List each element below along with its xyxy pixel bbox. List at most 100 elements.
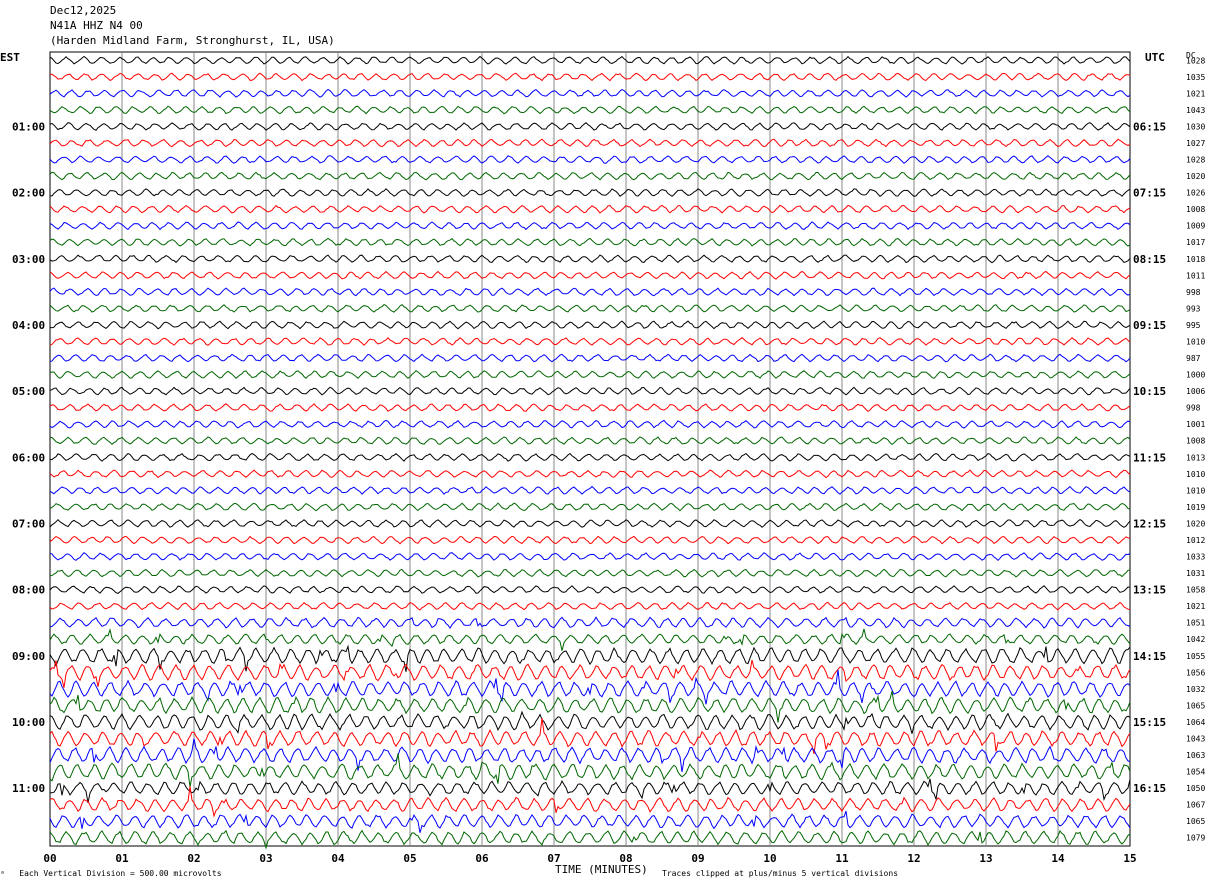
dc-offset-value: 1000 bbox=[1186, 371, 1205, 380]
seismic-trace bbox=[49, 502, 1131, 512]
x-axis-title: TIME (MINUTES) bbox=[555, 863, 648, 876]
utc-hour-label: 10:15 bbox=[1133, 385, 1166, 398]
dc-offset-value: 1050 bbox=[1186, 784, 1205, 793]
dc-offset-value: 1013 bbox=[1186, 453, 1205, 462]
est-hour-label: 02:00 bbox=[12, 187, 45, 200]
seismic-trace bbox=[49, 627, 1131, 651]
dc-offset-value: 1001 bbox=[1186, 420, 1205, 429]
seismic-trace bbox=[49, 829, 1131, 850]
dc-offset-value: 1021 bbox=[1186, 602, 1205, 611]
seismic-trace bbox=[49, 585, 1131, 594]
dc-offset-value: 1064 bbox=[1186, 718, 1205, 727]
est-hour-label: 06:00 bbox=[12, 451, 45, 464]
x-tick-label: 02 bbox=[187, 852, 200, 865]
dc-offset-value: 1042 bbox=[1186, 635, 1205, 644]
seismic-trace bbox=[49, 753, 1131, 787]
seismic-trace bbox=[49, 221, 1131, 231]
est-hour-label: 10:00 bbox=[12, 716, 45, 729]
seismic-trace bbox=[49, 568, 1131, 578]
est-hour-label: 11:00 bbox=[12, 782, 45, 795]
seismic-trace bbox=[49, 122, 1131, 131]
seismic-trace bbox=[49, 601, 1131, 611]
seismic-trace bbox=[49, 254, 1131, 264]
seismic-trace bbox=[49, 403, 1131, 413]
dc-offset-value: 1028 bbox=[1186, 156, 1205, 165]
utc-hour-label: 15:15 bbox=[1133, 716, 1166, 729]
seismic-trace bbox=[49, 287, 1131, 297]
dc-offset-value: 987 bbox=[1186, 354, 1201, 363]
scale-note-text: Each Vertical Division = 500.00 microvol… bbox=[19, 869, 222, 878]
seismic-trace bbox=[49, 337, 1131, 346]
scale-note: ᵃ Each Vertical Division = 500.00 microv… bbox=[0, 869, 222, 878]
dc-offset-value: 1020 bbox=[1186, 172, 1205, 181]
dc-offset-value: 1058 bbox=[1186, 586, 1205, 595]
seismic-trace bbox=[49, 810, 1131, 833]
clip-note: Traces clipped at plus/minus 5 vertical … bbox=[662, 869, 899, 878]
dc-offset-value: 1027 bbox=[1186, 139, 1205, 148]
seismic-trace bbox=[49, 535, 1131, 545]
utc-hour-label: 16:15 bbox=[1133, 782, 1166, 795]
dc-offset-value: 998 bbox=[1186, 288, 1201, 297]
x-tick-label: 09 bbox=[691, 852, 704, 865]
x-tick-label: 03 bbox=[259, 852, 272, 865]
dc-offset-value: 1055 bbox=[1186, 652, 1205, 661]
dc-offset-value: 998 bbox=[1186, 404, 1201, 413]
dc-offset-value: 1043 bbox=[1186, 106, 1205, 115]
dc-offset-value: 1010 bbox=[1186, 338, 1205, 347]
x-tick-label: 15 bbox=[1123, 852, 1136, 865]
seismic-trace bbox=[49, 669, 1131, 705]
dc-offset-value: 1056 bbox=[1186, 668, 1205, 677]
dc-offset-value: 1009 bbox=[1186, 222, 1205, 231]
x-tick-label: 11 bbox=[835, 852, 849, 865]
est-hour-label: 03:00 bbox=[12, 253, 45, 266]
plot-frame bbox=[49, 51, 1131, 847]
utc-hour-label: 08:15 bbox=[1133, 253, 1166, 266]
dc-offset-value: 1019 bbox=[1186, 503, 1205, 512]
utc-hour-label: 11:15 bbox=[1133, 451, 1166, 464]
seismic-trace bbox=[49, 105, 1131, 115]
dc-offset-value: 1011 bbox=[1186, 271, 1205, 280]
seismic-trace bbox=[49, 270, 1131, 280]
utc-hour-label: 06:15 bbox=[1133, 120, 1166, 133]
seismic-trace bbox=[49, 303, 1131, 313]
x-tick-label: 01 bbox=[115, 852, 129, 865]
dc-offset-value: 1026 bbox=[1186, 189, 1205, 198]
dc-offset-value: 995 bbox=[1186, 321, 1201, 330]
seismic-trace bbox=[49, 386, 1131, 396]
dc-offset-value: 1031 bbox=[1186, 569, 1205, 578]
seismic-trace bbox=[49, 419, 1131, 429]
dc-offset-value: 1008 bbox=[1186, 437, 1205, 446]
seismic-trace bbox=[49, 485, 1131, 495]
est-hour-label: 09:00 bbox=[12, 650, 45, 663]
dc-offset-value: 1010 bbox=[1186, 470, 1205, 479]
helicorder-chart: 1028103510211043103010271028102010261008… bbox=[12, 51, 1205, 865]
seismic-trace bbox=[49, 72, 1131, 82]
dc-offset-value: 1028 bbox=[1186, 56, 1205, 65]
seismic-trace bbox=[49, 710, 1131, 734]
seismic-trace bbox=[49, 786, 1131, 818]
seismic-trace bbox=[49, 738, 1131, 772]
dc-offset-value: 1006 bbox=[1186, 387, 1205, 396]
est-hour-label: 08:00 bbox=[12, 584, 45, 597]
utc-hour-label: 13:15 bbox=[1133, 584, 1166, 597]
dc-offset-value: 1012 bbox=[1186, 536, 1205, 545]
seismic-trace bbox=[49, 204, 1131, 214]
dc-offset-value: 1063 bbox=[1186, 751, 1205, 760]
dc-offset-value: 1030 bbox=[1186, 122, 1205, 131]
seismic-trace bbox=[49, 436, 1131, 446]
dc-offset-value: 1032 bbox=[1186, 685, 1205, 694]
est-hour-label: 04:00 bbox=[12, 319, 45, 332]
seismic-trace bbox=[49, 155, 1131, 164]
est-hour-label: 05:00 bbox=[12, 385, 45, 398]
dc-offset-value: 1065 bbox=[1186, 701, 1205, 710]
seismic-trace bbox=[50, 778, 1131, 803]
x-tick-label: 14 bbox=[1051, 852, 1065, 865]
est-hour-label: 01:00 bbox=[12, 120, 45, 133]
seismic-trace bbox=[49, 691, 1131, 723]
x-tick-label: 06 bbox=[475, 852, 489, 865]
dc-offset-value: 1079 bbox=[1186, 834, 1205, 843]
seismic-trace bbox=[49, 237, 1131, 247]
x-tick-label: 05 bbox=[403, 852, 416, 865]
seismic-trace bbox=[49, 552, 1131, 561]
dc-offset-value: 1051 bbox=[1186, 619, 1205, 628]
